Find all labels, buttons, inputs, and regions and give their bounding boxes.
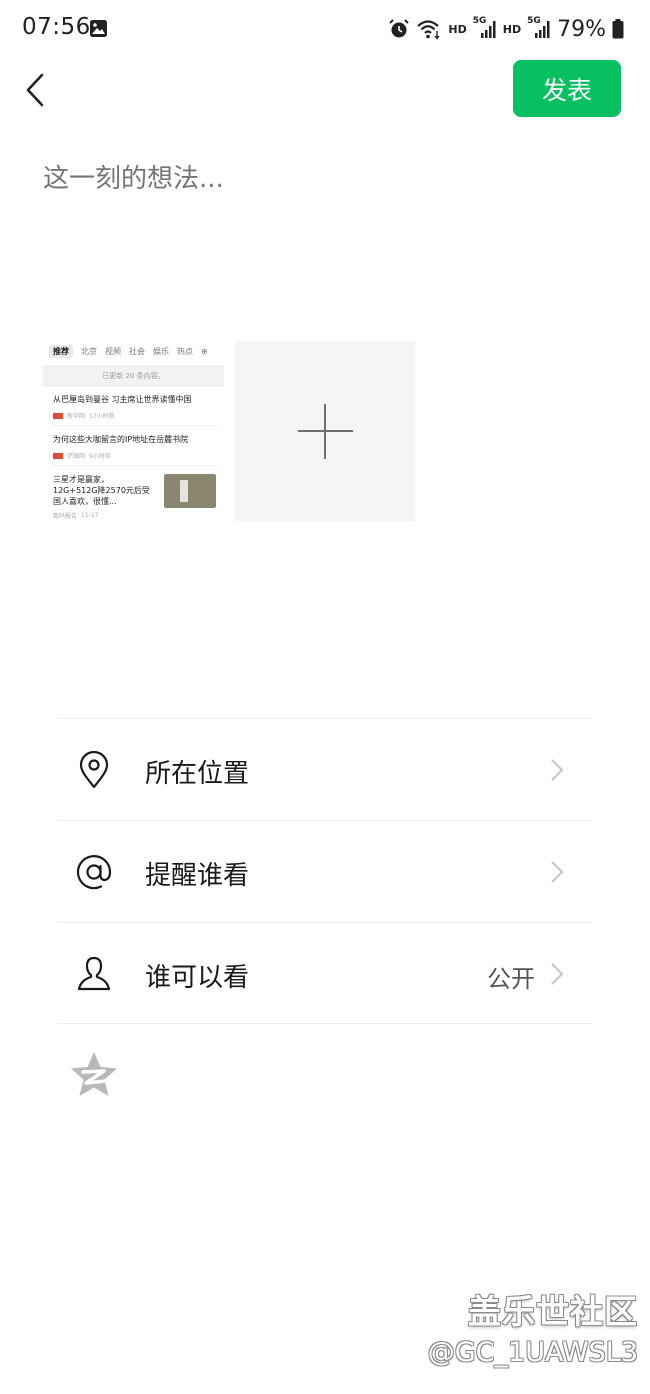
thumb-tab: 推荐 xyxy=(49,344,73,358)
at-icon xyxy=(76,855,112,890)
thumb-news-item: 为何这些大咖留言的IP地址在岳麓书院 环球网 9小时前 xyxy=(43,434,224,466)
chevron-right-icon xyxy=(551,861,564,883)
post-button[interactable]: 发表 xyxy=(513,60,621,117)
status-bar: 07:56 HD 5G HD 5G 79% xyxy=(0,0,650,58)
visibility-value: 公开 xyxy=(487,965,535,993)
qzone-star-icon[interactable] xyxy=(68,1050,120,1100)
divider xyxy=(58,718,592,719)
thumb-tab: 娱乐 xyxy=(153,346,169,356)
status-icons: HD 5G HD 5G 79% xyxy=(388,14,624,44)
thought-input[interactable] xyxy=(43,158,603,308)
divider xyxy=(58,820,592,821)
watermark-title: 盖乐世社区 xyxy=(468,1292,638,1331)
thumb-tab-bar: 推荐 北京 视频 社会 娱乐 热点 ⊕ xyxy=(43,342,224,360)
add-photo-button[interactable] xyxy=(235,341,415,521)
chevron-right-icon xyxy=(551,963,564,985)
option-mention[interactable]: 提醒谁看 xyxy=(58,822,592,922)
thumb-news-item: 三星才是赢家，12G+512G降2570元后受国人喜欢，很懂... 数码报告 11… xyxy=(43,474,224,520)
thumb-tab: 社会 xyxy=(129,346,145,356)
option-label: 谁可以看 xyxy=(145,963,250,993)
thumb-tab: 视频 xyxy=(105,346,121,356)
option-location[interactable]: 所在位置 xyxy=(58,720,592,820)
back-chevron-icon[interactable] xyxy=(22,70,50,110)
thumb-tab: 北京 xyxy=(81,346,97,356)
signal-icon: 5G xyxy=(473,16,497,40)
chevron-right-icon xyxy=(551,759,564,781)
divider xyxy=(58,922,592,923)
location-pin-icon xyxy=(79,751,109,789)
option-visibility[interactable]: 谁可以看 公开 xyxy=(58,924,592,1024)
status-time: 07:56 xyxy=(22,14,91,40)
divider xyxy=(58,1023,592,1024)
hd-indicator: HD xyxy=(448,22,467,36)
option-label: 所在位置 xyxy=(145,759,250,789)
person-icon xyxy=(77,956,111,991)
thumb-news-image xyxy=(164,474,216,508)
battery-icon xyxy=(612,19,624,39)
thumb-plus-icon: ⊕ xyxy=(201,346,208,356)
thumb-tab: 热点 xyxy=(177,346,193,356)
thumb-update-banner: 已更新 20 条内容。 xyxy=(43,365,224,387)
gallery-icon xyxy=(90,20,107,37)
option-label: 提醒谁看 xyxy=(145,861,250,891)
alarm-icon xyxy=(389,19,410,38)
battery-percent: 79% xyxy=(557,16,606,42)
hd-indicator-2: HD xyxy=(502,22,522,36)
thumb-news-item: 从巴厘岛到曼谷 习主席让世界读懂中国 新华网 17小时前 xyxy=(43,394,224,426)
signal-icon-2: 5G xyxy=(527,16,551,40)
watermark-user: @GC_1UAWSL3 xyxy=(427,1337,638,1368)
wifi-icon xyxy=(417,20,440,40)
photo-thumbnail[interactable]: 推荐 北京 视频 社会 娱乐 热点 ⊕ 已更新 20 条内容。 从巴厘岛到曼谷 … xyxy=(43,340,224,521)
